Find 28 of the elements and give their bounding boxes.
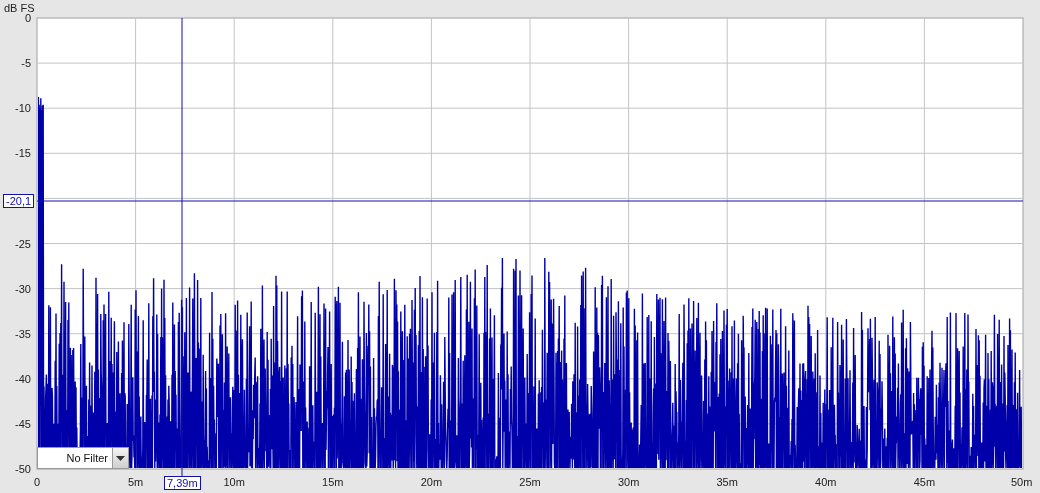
x-axis-label: 45m bbox=[913, 476, 936, 488]
cursor-readout: -20,1 bbox=[3, 194, 35, 208]
x-axis-label: 50m bbox=[1011, 476, 1033, 488]
y-axis-label: -15 bbox=[15, 147, 31, 160]
y-axis-label: -30 bbox=[15, 282, 31, 295]
x-axis-label: 35m bbox=[716, 476, 738, 488]
y-axis-label: -50 bbox=[15, 463, 31, 475]
cursor-line[interactable] bbox=[181, 17, 183, 477]
filter-dropdown[interactable]: No Filter bbox=[37, 447, 113, 469]
y-axis-label: -25 bbox=[15, 237, 31, 250]
x-axis-label: 40m bbox=[815, 476, 837, 488]
x-axis-label: 5m bbox=[127, 476, 144, 488]
x-axis-label: 10m bbox=[223, 476, 245, 488]
y-axis-label: -5 bbox=[21, 57, 31, 70]
x-axis-label: 25m bbox=[519, 476, 541, 488]
y-axis-label: 0 bbox=[24, 12, 31, 24]
y-axis-label: -45 bbox=[15, 417, 31, 430]
y-axis-label: -40 bbox=[15, 372, 31, 385]
y-axis-label: -10 bbox=[15, 102, 31, 115]
cursor-readout: 7,39m bbox=[164, 476, 201, 490]
y-axis-label: -35 bbox=[15, 327, 31, 340]
x-axis-label: 20m bbox=[420, 476, 443, 488]
axis-title: dB FS bbox=[4, 2, 35, 14]
x-axis-label: 15m bbox=[322, 476, 344, 488]
dropdown-button[interactable] bbox=[113, 447, 129, 469]
x-axis-label: 30m bbox=[617, 476, 640, 488]
caret-icon bbox=[116, 455, 125, 461]
x-axis-label: 0 bbox=[33, 476, 41, 488]
